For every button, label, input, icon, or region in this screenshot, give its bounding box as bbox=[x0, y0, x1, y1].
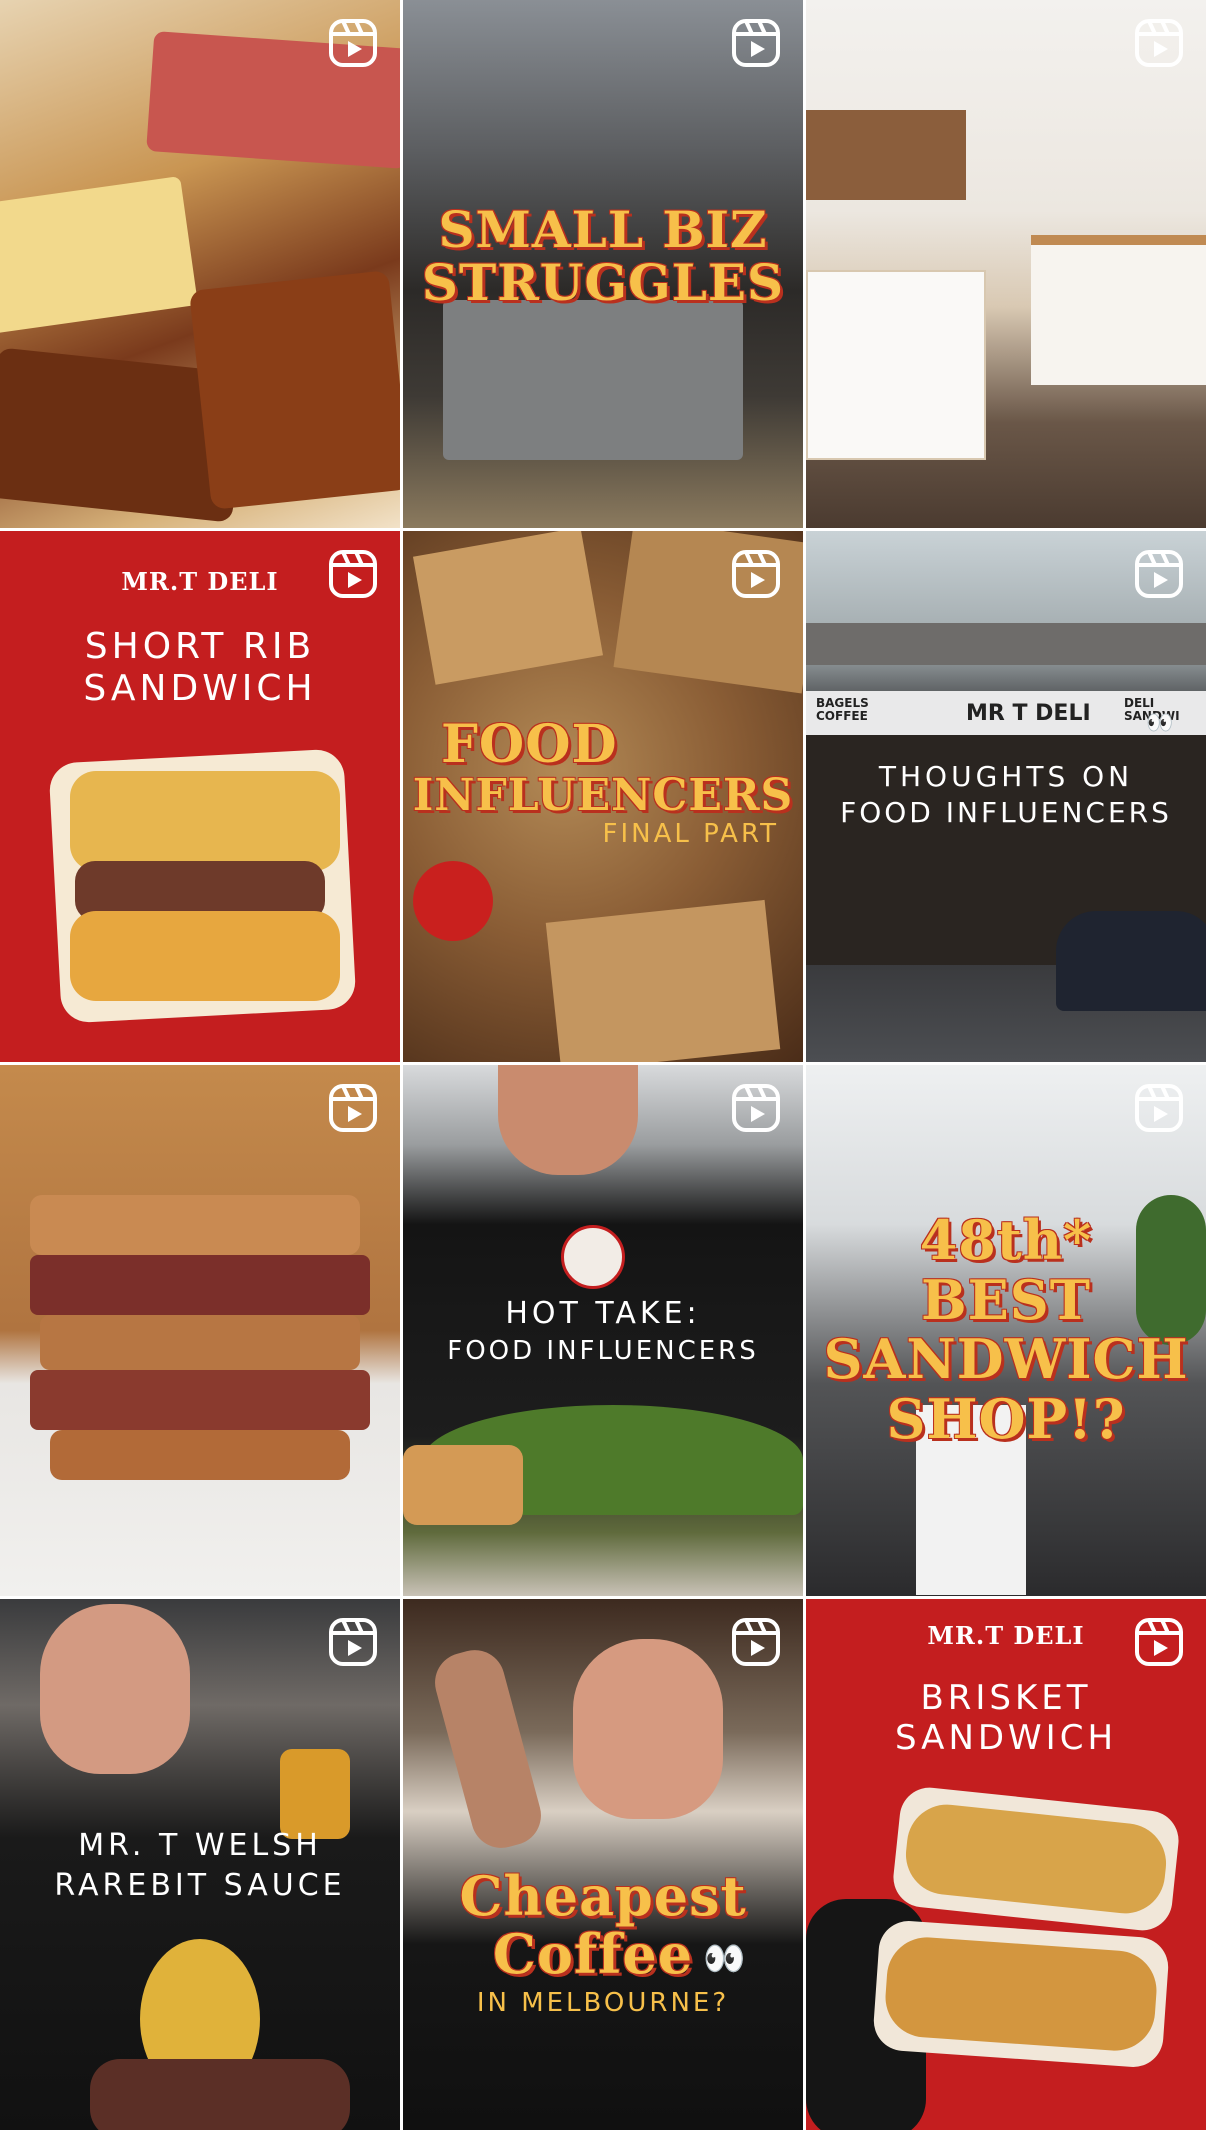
tile-title-line-1: Cheapest bbox=[459, 1864, 747, 1928]
counter-left bbox=[806, 270, 986, 460]
tile-title-line-4: SHOP!? bbox=[886, 1387, 1126, 1451]
reel-icon bbox=[328, 1083, 378, 1133]
shelves bbox=[806, 110, 966, 200]
bread-roll bbox=[403, 1445, 523, 1525]
reel-icon bbox=[731, 1083, 781, 1133]
tile-title-line-2: SANDWICH bbox=[894, 1718, 1118, 1758]
reel-tile-5[interactable]: FOOD INFLUENCERS FINAL PART bbox=[403, 531, 803, 1062]
counter-right bbox=[1031, 235, 1206, 385]
person-head bbox=[498, 1065, 638, 1175]
reel-icon bbox=[731, 18, 781, 68]
person-head bbox=[573, 1639, 723, 1819]
sandwich-top bbox=[70, 771, 340, 871]
sign-bagels-coffee: BAGELS COFFEE bbox=[816, 696, 869, 724]
brisket bbox=[90, 2059, 350, 2130]
reel-tile-10[interactable]: MR. T WELSH RAREBIT SAUCE bbox=[0, 1599, 400, 2130]
brisket-sandwich-2 bbox=[882, 1934, 1160, 2054]
reel-tile-3[interactable] bbox=[806, 0, 1206, 528]
sauce-jar bbox=[280, 1749, 350, 1839]
person-head bbox=[40, 1604, 190, 1774]
bread-top bbox=[30, 1195, 360, 1255]
tile-title-line-3: IN MELBOURNE? bbox=[476, 1988, 730, 2018]
tile-title-line-2: FOOD INFLUENCERS bbox=[447, 1336, 759, 1366]
tile-title-line-2: FOOD INFLUENCERS bbox=[840, 796, 1172, 829]
sandwich-bottom bbox=[70, 911, 340, 1001]
tile-title-line-1: SMALL BIZ bbox=[438, 200, 768, 259]
reels-grid: SMALL BIZ STRUGGLES MR.T DELI SHORT RIB … bbox=[0, 0, 1206, 2133]
food-box bbox=[413, 531, 603, 685]
reel-icon bbox=[328, 549, 378, 599]
reel-tile-2[interactable]: SMALL BIZ STRUGGLES bbox=[403, 0, 803, 528]
sign-name: MR T DELI bbox=[966, 701, 1091, 726]
tile-title-line-2: INFLUENCERS bbox=[412, 770, 794, 821]
food-box bbox=[545, 899, 781, 1062]
reel-tile-6[interactable]: BAGELS COFFEE MR T DELI DELI SANDWI 👀 THOU… bbox=[806, 531, 1206, 1062]
tile-title-line-3: FINAL PART bbox=[602, 819, 779, 849]
eyes-emoji: 👀 bbox=[1146, 711, 1174, 736]
tile-title-line-1: SHORT RIB bbox=[84, 626, 316, 667]
pastrami-layer bbox=[30, 1255, 370, 1315]
tile-title-line-1: MR. T WELSH bbox=[78, 1828, 322, 1863]
tile-title-line-1: BRISKET bbox=[920, 1678, 1092, 1718]
reel-icon bbox=[1134, 549, 1184, 599]
tile-title-line-1: FOOD bbox=[441, 714, 618, 775]
reel-tile-1[interactable] bbox=[0, 0, 400, 528]
reel-tile-4[interactable]: MR.T DELI SHORT RIB SANDWICH bbox=[0, 531, 400, 1062]
reel-icon bbox=[328, 18, 378, 68]
reel-icon bbox=[1134, 1617, 1184, 1667]
tile-title-line-3: SANDWICH bbox=[823, 1327, 1189, 1391]
reel-tile-8[interactable]: HOT TAKE: FOOD INFLUENCERS bbox=[403, 1065, 803, 1596]
toasted-bread-2 bbox=[189, 270, 400, 510]
tile-title-line-1: 48th* bbox=[919, 1208, 1093, 1272]
tile-title-line-2: STRUGGLES bbox=[421, 253, 785, 312]
eyes-emoji: 👀 bbox=[703, 1939, 746, 1979]
reel-icon bbox=[1134, 1083, 1184, 1133]
tattooed-arm bbox=[428, 1643, 548, 1855]
car bbox=[1056, 911, 1206, 1011]
bread-bottom bbox=[50, 1430, 350, 1480]
soda-can bbox=[413, 861, 493, 941]
tile-title-line-2: RAREBIT SAUCE bbox=[54, 1868, 346, 1903]
bread-middle bbox=[40, 1315, 360, 1370]
reel-icon bbox=[328, 1617, 378, 1667]
logo-badge bbox=[561, 1225, 625, 1289]
pastrami-layer-2 bbox=[30, 1370, 370, 1430]
building-wall bbox=[806, 623, 1206, 665]
tile-title-line-1: THOUGHTS ON bbox=[878, 760, 1134, 793]
tile-title-line-2: BEST bbox=[921, 1268, 1091, 1332]
reel-icon bbox=[731, 1617, 781, 1667]
reel-icon bbox=[1134, 18, 1184, 68]
tile-title-line-1: HOT TAKE: bbox=[505, 1296, 701, 1331]
reel-tile-7[interactable] bbox=[0, 1065, 400, 1596]
reel-icon bbox=[731, 549, 781, 599]
bread-slice bbox=[0, 176, 199, 334]
espresso-machine bbox=[443, 300, 743, 460]
reel-tile-12[interactable]: MR.T DELI BRISKET SANDWICH bbox=[806, 1599, 1206, 2130]
tile-title-line-2: SANDWICH bbox=[83, 668, 317, 709]
reel-tile-11[interactable]: Cheapest Coffee 👀 IN MELBOURNE? bbox=[403, 1599, 803, 2130]
reel-tile-9[interactable]: 48th* BEST SANDWICH SHOP!? bbox=[806, 1065, 1206, 1596]
